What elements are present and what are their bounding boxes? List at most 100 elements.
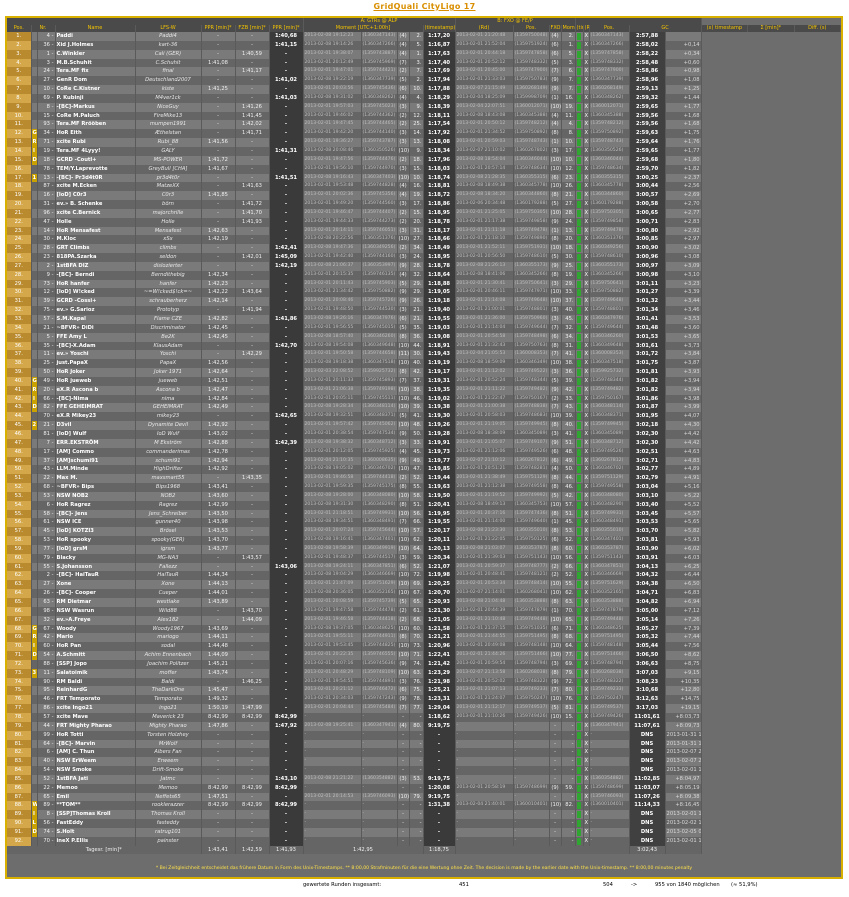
cell-diff: +4,63 [665, 447, 702, 457]
cell-fx: 1:21,30 [423, 606, 456, 616]
cell-name: [SSP]Thomas Kroll [55, 810, 136, 820]
cell-lfs: HaiTauR [135, 571, 202, 581]
cell-nr: 39 - [37, 297, 56, 307]
cell-diff: +7,12 [665, 606, 702, 616]
cell-pos: 89. [7, 810, 32, 820]
cell-lfs: Temporato [135, 695, 202, 705]
cell-pb: 40. [561, 421, 576, 430]
cell-pb: 57. [561, 500, 576, 510]
cell-p1: 1:43,60 [201, 491, 236, 501]
cell-p3: - [269, 474, 304, 484]
cell-xs: (1360345388) [589, 111, 630, 121]
cell-nr: 44 - [37, 721, 56, 731]
group-b-header: B: FXO @ FE/P [455, 18, 576, 25]
cell-tsa: - [361, 766, 398, 775]
cell-nr: 45 - [37, 527, 56, 537]
cell-p2: 1:43,64 [235, 288, 270, 298]
cell-p1: 1:45,47 [201, 686, 236, 696]
cell-lfs: MS-POWER [135, 155, 202, 165]
cell-name: -[BC]- HaiTauR [55, 571, 136, 581]
status-indicator [577, 607, 582, 615]
cell-p2: - [235, 721, 270, 731]
status-indicator [577, 59, 582, 67]
cell-tsb: (1359748838) [513, 403, 550, 413]
cell-xs: (1360012071) [589, 102, 630, 112]
cell-sum: 3:01,95 [629, 412, 666, 422]
cell-pos: 35. [7, 332, 32, 342]
cell-pb: - [561, 792, 576, 802]
status-indicator [577, 103, 582, 111]
cell-pa: 48. [409, 421, 424, 430]
cell-xs: (1359751629) [589, 580, 630, 590]
cell-rdb: (7) [549, 67, 562, 77]
table-row: 21. 96 - xcite C.Bernick majorchrille -1:41,… [7, 208, 841, 218]
status-indicator [577, 430, 582, 438]
cell-rda: (2) [397, 474, 410, 484]
cell-ta: - [303, 748, 362, 758]
cell-pa: 74. [409, 659, 424, 669]
cell-xs: (1360346669) [589, 571, 630, 581]
cell-pos: 42. [7, 394, 32, 404]
cell-fx: 1:17,54 [423, 120, 456, 130]
cell-ta: 2013-02-01 19:48:50 [303, 306, 362, 315]
cell-p2: - [235, 518, 270, 528]
cell-tsa: (1360350526) [361, 146, 398, 156]
cell-tb: 2013-02-04 22:07:51 [455, 102, 514, 112]
cell-nr: 8 - [37, 102, 56, 112]
cell-lfs: M Ekström [135, 438, 202, 448]
table-row: 54. 6 - HoR Ragrez Ragrez 1:42,99- -2013-02-0… [7, 500, 841, 510]
cell-tsa: (1359745175) [361, 483, 398, 492]
cell-p1: - [201, 615, 236, 625]
table-row: 87. 65 - Emil Neffets65 1:47,51- -2013-02-01 … [7, 792, 841, 802]
cell-tsb: (1360345089) [513, 429, 550, 439]
cell-pos: 58. [7, 536, 32, 545]
cell-nr: 75 - [37, 306, 56, 315]
status-indicator [577, 758, 582, 766]
cell-p3: 1:41,51 [269, 173, 304, 183]
cell-sum: 3:01,34 [629, 306, 666, 315]
cell-rdb: (10) [549, 500, 562, 510]
cell-tsa: (1359746093) [361, 792, 398, 802]
cell-pa: 32. [409, 270, 424, 280]
cell-pos: 33. [7, 315, 32, 324]
cell-xs: (1360351376) [589, 235, 630, 245]
status-indicator [577, 581, 582, 589]
cell-pa: 46. [409, 394, 424, 404]
cell-p2: 1:40,59 [235, 49, 270, 59]
cell-tsa: (1360349919) [361, 544, 398, 554]
cell-tsb: (1360344860) [513, 191, 550, 201]
cell-p3: - [269, 624, 304, 634]
cell-tb: 2013-02-01 21:52:04 [455, 40, 514, 50]
cell-sum: 11:03,07 [629, 783, 666, 793]
cell-tsa: (1359744273) [361, 217, 398, 227]
cell-tsb: (1359747858) [513, 49, 550, 59]
cell-name: GRT Climbs [55, 244, 136, 254]
cell-pb: 39. [561, 376, 576, 386]
cell-name: HoR Totti [55, 730, 136, 740]
cell-tsb: (1359750641) [513, 279, 550, 289]
cell-pb: 1. [561, 40, 576, 50]
cell-fx: 1:19,44 [423, 474, 456, 484]
cell-p2: - [235, 491, 270, 501]
cell-pa: 12. [409, 111, 424, 121]
cell-tsa: (1360347976) [361, 315, 398, 324]
cell-ta: - [303, 836, 362, 846]
cell-tb: 2013-02-01 21:33:03 [455, 76, 514, 86]
cell-diff: +1,82 [665, 164, 702, 174]
cell-rda: (3) [397, 253, 410, 262]
cell-p1: 1:42,22 [201, 288, 236, 298]
cell-fx: 1:18,78 [423, 261, 456, 271]
cell-lfs: GEHEIMRAT [135, 403, 202, 413]
cell-lfs: igrsm [135, 544, 202, 554]
cell-rda: (9) [397, 695, 410, 705]
cell-gy: R [31, 633, 38, 643]
cell-p2: 1:41,71 [235, 129, 270, 139]
cell-fx: 1:18,34 [423, 146, 456, 156]
cell-lfs: Yoschi [135, 350, 202, 360]
status-indicator [577, 174, 582, 182]
status-bar [575, 270, 584, 280]
cell-ta: 2013-02-08 19:38:32 [303, 438, 362, 448]
cell-pos: 52. [7, 483, 32, 492]
cell-nr: 12 - [37, 288, 56, 298]
cell-sum: 2:59,64 [629, 138, 666, 147]
